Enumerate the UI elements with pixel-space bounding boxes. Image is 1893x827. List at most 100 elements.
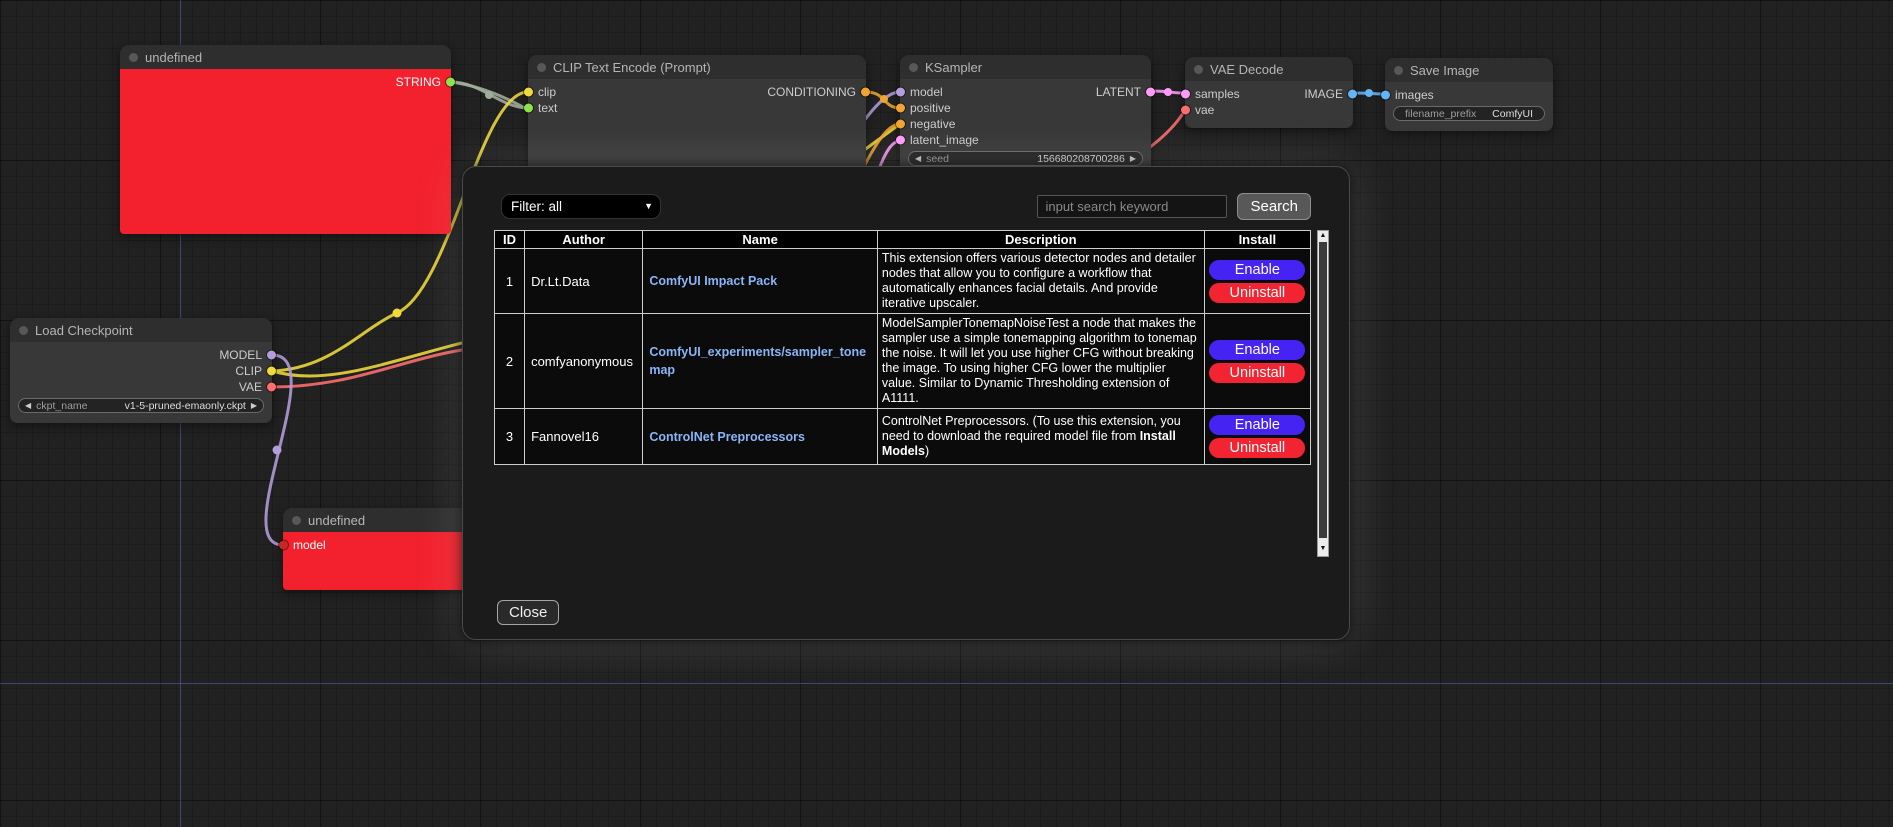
- slot-label: LATENT: [1096, 85, 1141, 99]
- node-load-checkpoint[interactable]: Load Checkpoint MODEL CLIP VAE: [10, 318, 272, 423]
- collapse-dot-icon[interactable]: [909, 63, 918, 72]
- wire-conditioning-to-positive: [866, 92, 900, 108]
- row-author: Dr.Lt.Data: [525, 249, 643, 314]
- node-title-bar[interactable]: VAE Decode: [1185, 57, 1353, 81]
- col-header-description: Description: [877, 231, 1204, 249]
- node-title-bar[interactable]: CLIP Text Encode (Prompt): [528, 55, 866, 79]
- node-save-image[interactable]: Save Image images filename_prefix ComfyU…: [1385, 58, 1553, 131]
- link-midpoint-dot: [273, 446, 282, 455]
- slot-dot[interactable]: [896, 88, 905, 97]
- decrement-arrow-icon[interactable]: ◀: [915, 155, 921, 163]
- node-canvas[interactable]: undefined STRING CLIP Text Encode (Promp…: [0, 0, 1893, 827]
- extension-link[interactable]: ComfyUI_experiments/sampler_tonemap: [649, 345, 866, 377]
- slot-dot[interactable]: [1181, 106, 1190, 115]
- slot-dot[interactable]: [267, 367, 276, 376]
- ckpt-name-widget[interactable]: ◀ ckpt_name v1-5-pruned-emaonly.ckpt ▶: [18, 398, 264, 413]
- node-undefined-top[interactable]: undefined STRING: [120, 45, 451, 234]
- slot-label: text: [538, 101, 557, 115]
- input-slot-negative: negative: [900, 116, 955, 132]
- filter-select[interactable]: Filter: all: [501, 194, 661, 219]
- node-title: VAE Decode: [1210, 62, 1283, 77]
- uninstall-button[interactable]: Uninstall: [1209, 283, 1305, 303]
- row-author: comfyanonymous: [525, 314, 643, 409]
- collapse-dot-icon[interactable]: [129, 53, 138, 62]
- node-title-bar[interactable]: Load Checkpoint: [10, 318, 272, 342]
- node-title-bar[interactable]: Save Image: [1385, 58, 1553, 82]
- widget-value: 156680208700286: [1037, 153, 1125, 165]
- slot-dot[interactable]: [279, 541, 288, 550]
- enable-button[interactable]: Enable: [1209, 415, 1305, 435]
- input-slot-positive: positive: [900, 100, 951, 116]
- scrollbar-thumb[interactable]: [1319, 242, 1327, 538]
- input-slot-vae: vae: [1185, 102, 1214, 118]
- row-install-cell: Enable Uninstall: [1204, 249, 1310, 314]
- slot-label: clip: [538, 85, 556, 99]
- widget-label: filename_prefix: [1405, 108, 1476, 120]
- collapse-dot-icon[interactable]: [1194, 65, 1203, 74]
- search-button[interactable]: Search: [1237, 193, 1311, 220]
- slot-dot[interactable]: [446, 78, 455, 87]
- slot-dot[interactable]: [267, 351, 276, 360]
- canvas-axis-horizontal: [0, 683, 1893, 684]
- extension-link[interactable]: ControlNet Preprocessors: [649, 430, 805, 444]
- enable-button[interactable]: Enable: [1209, 340, 1305, 360]
- slot-label: MODEL: [219, 348, 262, 362]
- slot-dot[interactable]: [1348, 90, 1357, 99]
- node-clip-text-encode[interactable]: CLIP Text Encode (Prompt) clip CONDITION…: [528, 55, 866, 175]
- col-header-author: Author: [525, 231, 643, 249]
- slot-dot[interactable]: [1146, 88, 1155, 97]
- slot-dot[interactable]: [896, 136, 905, 145]
- slot-label: VAE: [239, 380, 262, 394]
- uninstall-button[interactable]: Uninstall: [1209, 363, 1305, 383]
- extension-link[interactable]: ComfyUI Impact Pack: [649, 274, 777, 288]
- slot-dot[interactable]: [861, 88, 870, 97]
- slot-dot[interactable]: [1181, 90, 1190, 99]
- slot-label: latent_image: [910, 133, 979, 147]
- search-input[interactable]: [1037, 195, 1227, 218]
- row-install-cell: Enable Uninstall: [1204, 409, 1310, 465]
- row-description: This extension offers various detector n…: [877, 249, 1204, 314]
- node-vae-decode[interactable]: VAE Decode samples IMAGE vae: [1185, 57, 1353, 128]
- input-slot-text: text: [528, 100, 557, 116]
- enable-button[interactable]: Enable: [1209, 260, 1305, 280]
- node-title-bar[interactable]: undefined: [120, 45, 451, 69]
- slot-dot[interactable]: [896, 120, 905, 129]
- scroll-up-icon[interactable]: ▲: [1318, 231, 1328, 241]
- increment-arrow-icon[interactable]: ▶: [251, 402, 257, 410]
- row-author: Fannovel16: [525, 409, 643, 465]
- node-body: clip CONDITIONING text: [528, 79, 866, 175]
- slot-dot[interactable]: [1381, 91, 1390, 100]
- table-row: 3 Fannovel16 ControlNet Preprocessors Co…: [495, 409, 1311, 465]
- node-body: samples IMAGE vae: [1185, 81, 1353, 128]
- link-midpoint-dot: [393, 309, 402, 318]
- slot-dot[interactable]: [524, 88, 533, 97]
- table-header-row: ID Author Name Description Install: [495, 231, 1311, 249]
- table-scrollbar[interactable]: ▲ ▼: [1317, 230, 1329, 557]
- collapse-dot-icon[interactable]: [1394, 66, 1403, 75]
- extensions-table-wrap: ID Author Name Description Install 1 Dr.…: [494, 230, 1329, 557]
- uninstall-button[interactable]: Uninstall: [1209, 438, 1305, 458]
- filename-prefix-widget[interactable]: filename_prefix ComfyUI: [1393, 106, 1545, 121]
- node-ksampler[interactable]: KSampler model LATENT positive: [900, 55, 1151, 174]
- slot-label: CONDITIONING: [767, 85, 856, 99]
- col-header-name: Name: [643, 231, 878, 249]
- increment-arrow-icon[interactable]: ▶: [1130, 155, 1136, 163]
- row-id: 1: [495, 249, 525, 314]
- collapse-dot-icon[interactable]: [537, 63, 546, 72]
- output-slot-string: STRING: [396, 74, 451, 90]
- collapse-dot-icon[interactable]: [19, 326, 28, 335]
- collapse-dot-icon[interactable]: [292, 516, 301, 525]
- seed-widget[interactable]: ◀ seed 156680208700286 ▶: [908, 151, 1143, 166]
- col-header-id: ID: [495, 231, 525, 249]
- decrement-arrow-icon[interactable]: ◀: [25, 402, 31, 410]
- output-slot-clip: CLIP: [235, 363, 272, 379]
- close-button[interactable]: Close: [497, 600, 559, 625]
- output-slot-vae: VAE: [239, 379, 272, 395]
- node-title: Save Image: [1410, 63, 1479, 78]
- slot-dot[interactable]: [524, 104, 533, 113]
- node-title-bar[interactable]: KSampler: [900, 55, 1151, 79]
- scroll-down-icon[interactable]: ▼: [1318, 544, 1328, 554]
- slot-dot[interactable]: [896, 104, 905, 113]
- slot-dot[interactable]: [267, 383, 276, 392]
- wire-latent-to-samples: [1151, 91, 1185, 93]
